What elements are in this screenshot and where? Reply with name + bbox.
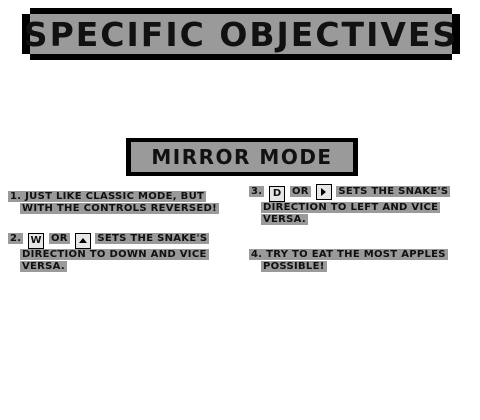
objective-4-line-2: POSSIBLE! bbox=[249, 261, 448, 273]
objective-2-line-3: VERSA. bbox=[8, 261, 209, 273]
objective-3-text-3: VERSA. bbox=[261, 214, 308, 225]
right-arrow-glyph bbox=[321, 188, 327, 196]
objective-1-text-2: WITH THE CONTROLS REVERSED! bbox=[20, 203, 220, 214]
mode-banner: MIRROR MODE bbox=[126, 138, 358, 176]
objective-3-line-2: DIRECTION TO LEFT AND VICE bbox=[249, 202, 450, 214]
objective-2-line-1: 2. W OR SETS THE SNAKE'S bbox=[8, 233, 210, 249]
objective-1: 1. JUST LIKE CLASSIC MODE, BUT WITH THE … bbox=[8, 191, 220, 215]
objective-1-line-1: 1. JUST LIKE CLASSIC MODE, BUT bbox=[8, 191, 219, 203]
objective-2-text-3: VERSA. bbox=[20, 261, 67, 272]
page-title: SPECIFIC OBJECTIVES bbox=[23, 14, 459, 54]
objective-3-text-2: DIRECTION TO LEFT AND VICE bbox=[261, 202, 441, 213]
objective-2-number: 2. bbox=[8, 233, 24, 244]
mode-title: MIRROR MODE bbox=[151, 145, 333, 169]
title-banner-bottom-bar bbox=[30, 54, 452, 60]
title-banner: SPECIFIC OBJECTIVES bbox=[22, 8, 460, 60]
objective-4-text-1: 4. TRY TO EAT THE MOST APPLES bbox=[249, 249, 448, 260]
objective-3: 3. D OR SETS THE SNAKE'S DIRECTION TO LE… bbox=[249, 184, 451, 226]
objective-2-text-2: DIRECTION TO DOWN AND VICE bbox=[20, 249, 209, 260]
objective-2: 2. W OR SETS THE SNAKE'S DIRECTION TO DO… bbox=[8, 233, 210, 273]
objective-1-line-2: WITH THE CONTROLS REVERSED! bbox=[8, 203, 220, 215]
mode-banner-inner: MIRROR MODE bbox=[131, 142, 353, 172]
objective-4: 4. TRY TO EAT THE MOST APPLES POSSIBLE! bbox=[249, 249, 448, 273]
objective-1-text-1: 1. JUST LIKE CLASSIC MODE, BUT bbox=[8, 191, 207, 202]
arrow-right-key-icon bbox=[315, 184, 332, 200]
up-arrow-glyph bbox=[78, 238, 87, 243]
title-banner-inner: SPECIFIC OBJECTIVES bbox=[22, 14, 460, 54]
objective-2-line-2: DIRECTION TO DOWN AND VICE bbox=[8, 249, 209, 261]
objective-3-or: OR bbox=[289, 186, 311, 197]
objective-3-line-1: 3. D OR SETS THE SNAKE'S bbox=[249, 184, 451, 202]
objective-3-number: 3. bbox=[249, 186, 265, 197]
objective-2-suffix: SETS THE SNAKE'S bbox=[95, 233, 210, 244]
arrow-up-key-icon bbox=[74, 233, 91, 249]
objective-2-or: OR bbox=[48, 233, 70, 244]
objective-4-text-2: POSSIBLE! bbox=[261, 261, 327, 272]
d-key-icon: D bbox=[269, 186, 286, 202]
w-key-icon: W bbox=[28, 233, 45, 249]
objective-3-line-3: VERSA. bbox=[249, 214, 450, 226]
objective-4-line-1: 4. TRY TO EAT THE MOST APPLES bbox=[249, 249, 448, 261]
objective-3-suffix: SETS THE SNAKE'S bbox=[336, 186, 451, 197]
